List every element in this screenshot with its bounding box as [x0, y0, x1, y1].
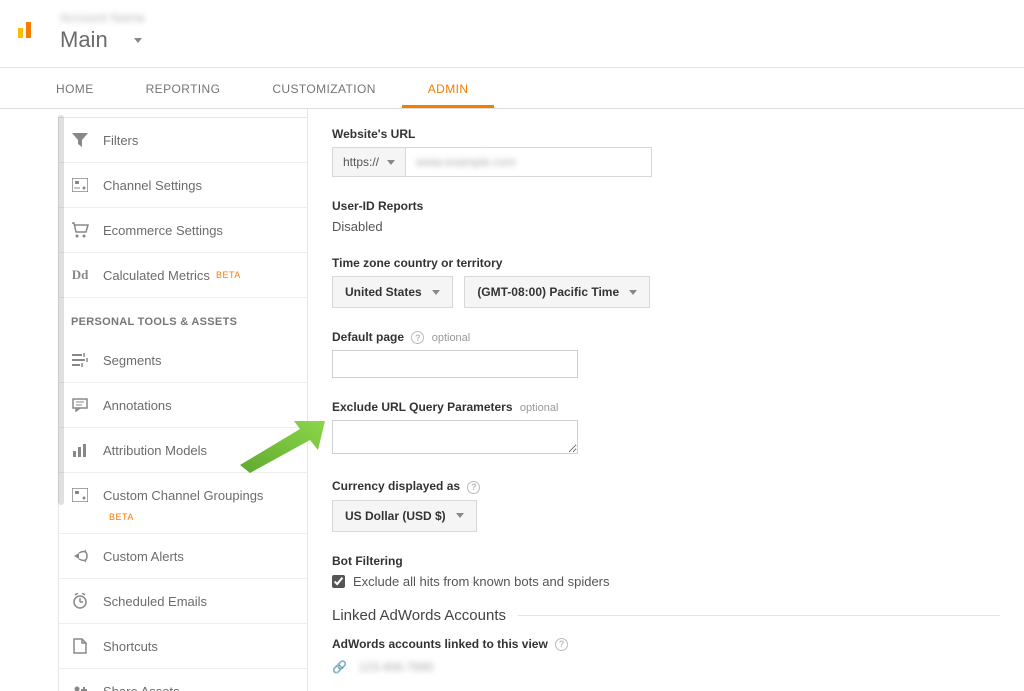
- linked-sub-label: AdWords accounts linked to this view ?: [332, 637, 568, 651]
- sidebar-item-attribution-models[interactable]: Attribution Models: [59, 428, 307, 473]
- bot-checkbox-input[interactable]: [332, 575, 345, 588]
- protocol-select[interactable]: https://: [332, 147, 406, 177]
- shortcuts-icon: [71, 637, 89, 655]
- chevron-down-icon: [456, 513, 464, 518]
- tab-admin[interactable]: ADMIN: [402, 68, 495, 108]
- sidebar-item-annotations[interactable]: Annotations: [59, 383, 307, 428]
- default-page-input[interactable]: [332, 350, 578, 378]
- scrollbar[interactable]: [58, 115, 64, 505]
- channel-grouping-icon: [71, 486, 89, 504]
- sidebar-item-label: Annotations: [103, 398, 172, 413]
- sidebar-item-label: Filters: [103, 133, 138, 148]
- account-name: Account Name: [60, 10, 1008, 25]
- chevron-down-icon: [134, 38, 142, 43]
- analytics-logo-icon: [16, 16, 40, 40]
- sidebar-item-label: Ecommerce Settings: [103, 223, 223, 238]
- timezone-value-select[interactable]: (GMT-08:00) Pacific Time: [464, 276, 650, 308]
- content-panel: Website's URL https:// www.example.com U…: [307, 109, 1024, 691]
- tab-customization[interactable]: CUSTOMIZATION: [246, 68, 401, 108]
- help-icon[interactable]: ?: [555, 638, 568, 651]
- userid-label: User-ID Reports: [332, 199, 1000, 213]
- userid-value: Disabled: [332, 219, 383, 234]
- channel-icon: [71, 176, 89, 194]
- app-header: Account Name Main: [0, 0, 1024, 68]
- nav-tabs: HOME REPORTING CUSTOMIZATION ADMIN: [0, 68, 1024, 109]
- bot-label: Bot Filtering: [332, 554, 1000, 568]
- property-name: Main: [60, 27, 108, 53]
- cart-icon: [71, 221, 89, 239]
- linked-account-value: 123-456-7890: [359, 660, 434, 674]
- chevron-down-icon: [629, 290, 637, 295]
- bot-filtering-checkbox[interactable]: Exclude all hits from known bots and spi…: [332, 574, 1000, 589]
- timezone-label: Time zone country or territory: [332, 256, 1000, 270]
- annotations-icon: [71, 396, 89, 414]
- sidebar-section-header: PERSONAL TOOLS & ASSETS: [59, 298, 307, 338]
- sidebar-item-channel-settings[interactable]: Channel Settings: [59, 163, 307, 208]
- default-page-label: Default page ? optional: [332, 330, 1000, 344]
- sidebar-item-share-assets[interactable]: Share Assets: [59, 669, 307, 691]
- sidebar-item-label: Channel Settings: [103, 178, 202, 193]
- sidebar-item-channel-groupings[interactable]: Custom Channel Groupings: [59, 473, 307, 506]
- sidebar-item-label: Attribution Models: [103, 443, 207, 458]
- sidebar-item-scheduled-emails[interactable]: Scheduled Emails: [59, 579, 307, 624]
- chevron-down-icon: [387, 160, 395, 165]
- sidebar-item-ecommerce-settings[interactable]: Ecommerce Settings: [59, 208, 307, 253]
- clock-icon: [71, 592, 89, 610]
- sidebar-item-shortcuts[interactable]: Shortcuts: [59, 624, 307, 669]
- url-label: Website's URL: [332, 127, 1000, 141]
- sidebar-item-label: Shortcuts: [103, 639, 158, 654]
- protocol-value: https://: [343, 155, 379, 169]
- url-value: www.example.com: [416, 155, 516, 169]
- divider: [518, 615, 1000, 616]
- sidebar-item-custom-alerts[interactable]: Custom Alerts: [59, 534, 307, 579]
- attribution-icon: [71, 441, 89, 459]
- currency-select[interactable]: US Dollar (USD $): [332, 500, 477, 532]
- sidebar-item-filters[interactable]: Filters: [59, 118, 307, 163]
- sidebar-item-label: Custom Alerts: [103, 549, 184, 564]
- account-selector[interactable]: Account Name Main: [60, 10, 1008, 53]
- sidebar-item-label: Scheduled Emails: [103, 594, 207, 609]
- segments-icon: [71, 351, 89, 369]
- bot-checkbox-label: Exclude all hits from known bots and spi…: [353, 574, 610, 589]
- chevron-down-icon: [432, 290, 440, 295]
- url-input[interactable]: www.example.com: [406, 147, 652, 177]
- alerts-icon: [71, 547, 89, 565]
- dd-icon: Dd: [71, 266, 89, 284]
- timezone-country-select[interactable]: United States: [332, 276, 453, 308]
- linked-adwords-heading: Linked AdWords Accounts: [332, 607, 1000, 624]
- tab-home[interactable]: HOME: [30, 68, 120, 108]
- sidebar-item-label: Custom Channel Groupings: [103, 488, 263, 503]
- link-icon: 🔗: [332, 660, 347, 674]
- beta-badge: BETA: [109, 512, 134, 522]
- sidebar-item-label: Segments: [103, 353, 162, 368]
- currency-label: Currency displayed as ?: [332, 479, 1000, 493]
- help-icon[interactable]: ?: [467, 481, 480, 494]
- sidebar-item-segments[interactable]: Segments: [59, 338, 307, 383]
- sidebar: Filters Channel Settings Ecommerce Setti…: [0, 109, 308, 691]
- filter-icon: [71, 131, 89, 149]
- help-icon[interactable]: ?: [411, 331, 424, 344]
- exclude-label: Exclude URL Query Parameters optional: [332, 400, 1000, 414]
- exclude-params-input[interactable]: [332, 420, 578, 454]
- sidebar-item-label: Calculated Metrics: [103, 268, 210, 283]
- sidebar-item-calculated-metrics[interactable]: Dd Calculated Metrics BETA: [59, 253, 307, 298]
- tab-reporting[interactable]: REPORTING: [120, 68, 247, 108]
- beta-badge: BETA: [216, 270, 241, 280]
